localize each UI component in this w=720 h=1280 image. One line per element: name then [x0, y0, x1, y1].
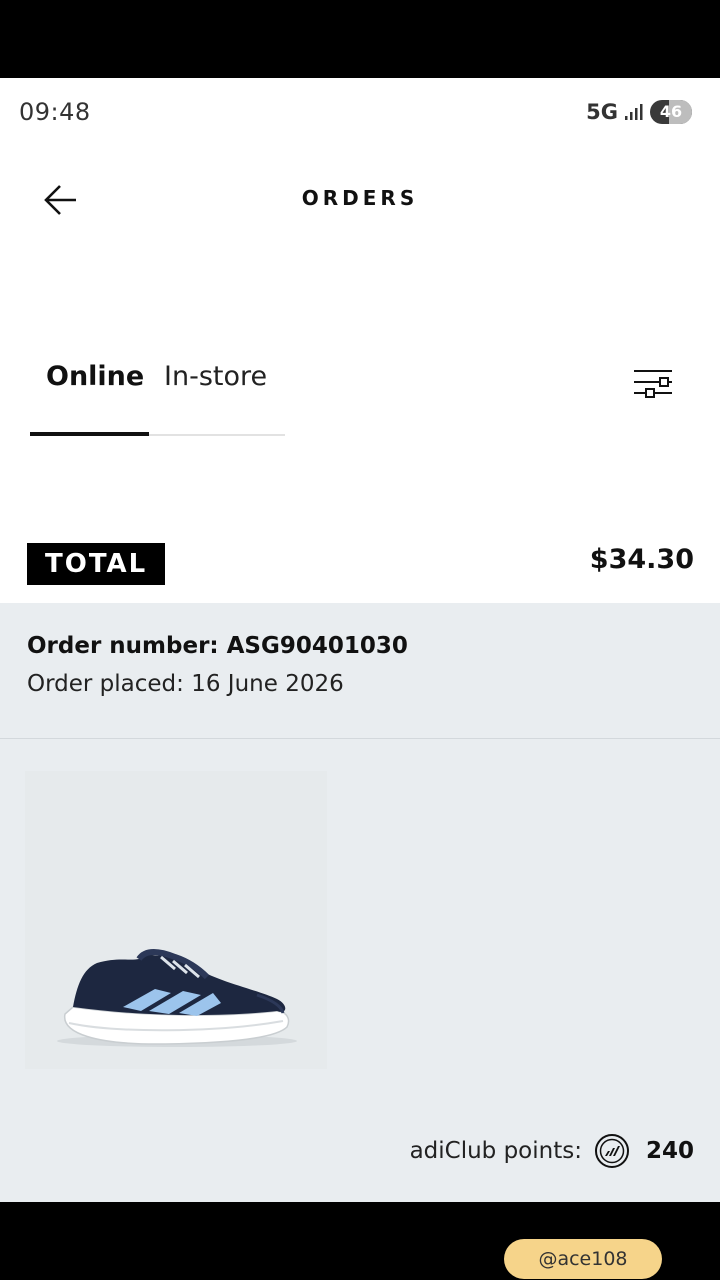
tab-online[interactable]: Online — [46, 361, 144, 392]
battery-level: 46 — [659, 102, 683, 121]
signal-icon — [624, 102, 644, 122]
total-label: TOTAL — [27, 543, 166, 585]
tab-active-indicator — [30, 432, 149, 436]
user-watermark: @ace108 — [504, 1239, 662, 1279]
order-card[interactable]: Order number: ASG90401030 Order placed: … — [0, 603, 720, 1202]
order-divider — [0, 738, 720, 739]
status-bar: 09:48 5G 46 — [0, 78, 720, 148]
page-title: ORDERS — [301, 186, 419, 210]
product-image[interactable] — [25, 771, 327, 1069]
status-time: 09:48 — [19, 98, 91, 126]
total-value: $34.30 — [589, 544, 694, 575]
status-indicators: 5G 46 — [586, 100, 692, 124]
order-placed-date: Order placed: 16 June 2026 — [27, 671, 344, 697]
adiclub-points-icon — [594, 1133, 630, 1169]
battery-icon: 46 — [650, 100, 692, 124]
shoe-image — [57, 949, 297, 1047]
filter-sliders-icon — [634, 370, 672, 398]
network-label: 5G — [586, 100, 618, 124]
filter-button[interactable] — [630, 366, 676, 402]
adiclub-points: adiClub points: 240 — [410, 1133, 694, 1169]
points-label: adiClub points: — [409, 1138, 582, 1164]
order-tabs: Online In-store — [30, 353, 285, 437]
order-number: Order number: ASG90401030 — [27, 633, 408, 659]
points-value: 240 — [645, 1138, 694, 1164]
tab-in-store[interactable]: In-store — [164, 361, 267, 392]
app-screen: 09:48 5G 46 ORDERS Online In-store TOTAL… — [0, 78, 720, 1202]
